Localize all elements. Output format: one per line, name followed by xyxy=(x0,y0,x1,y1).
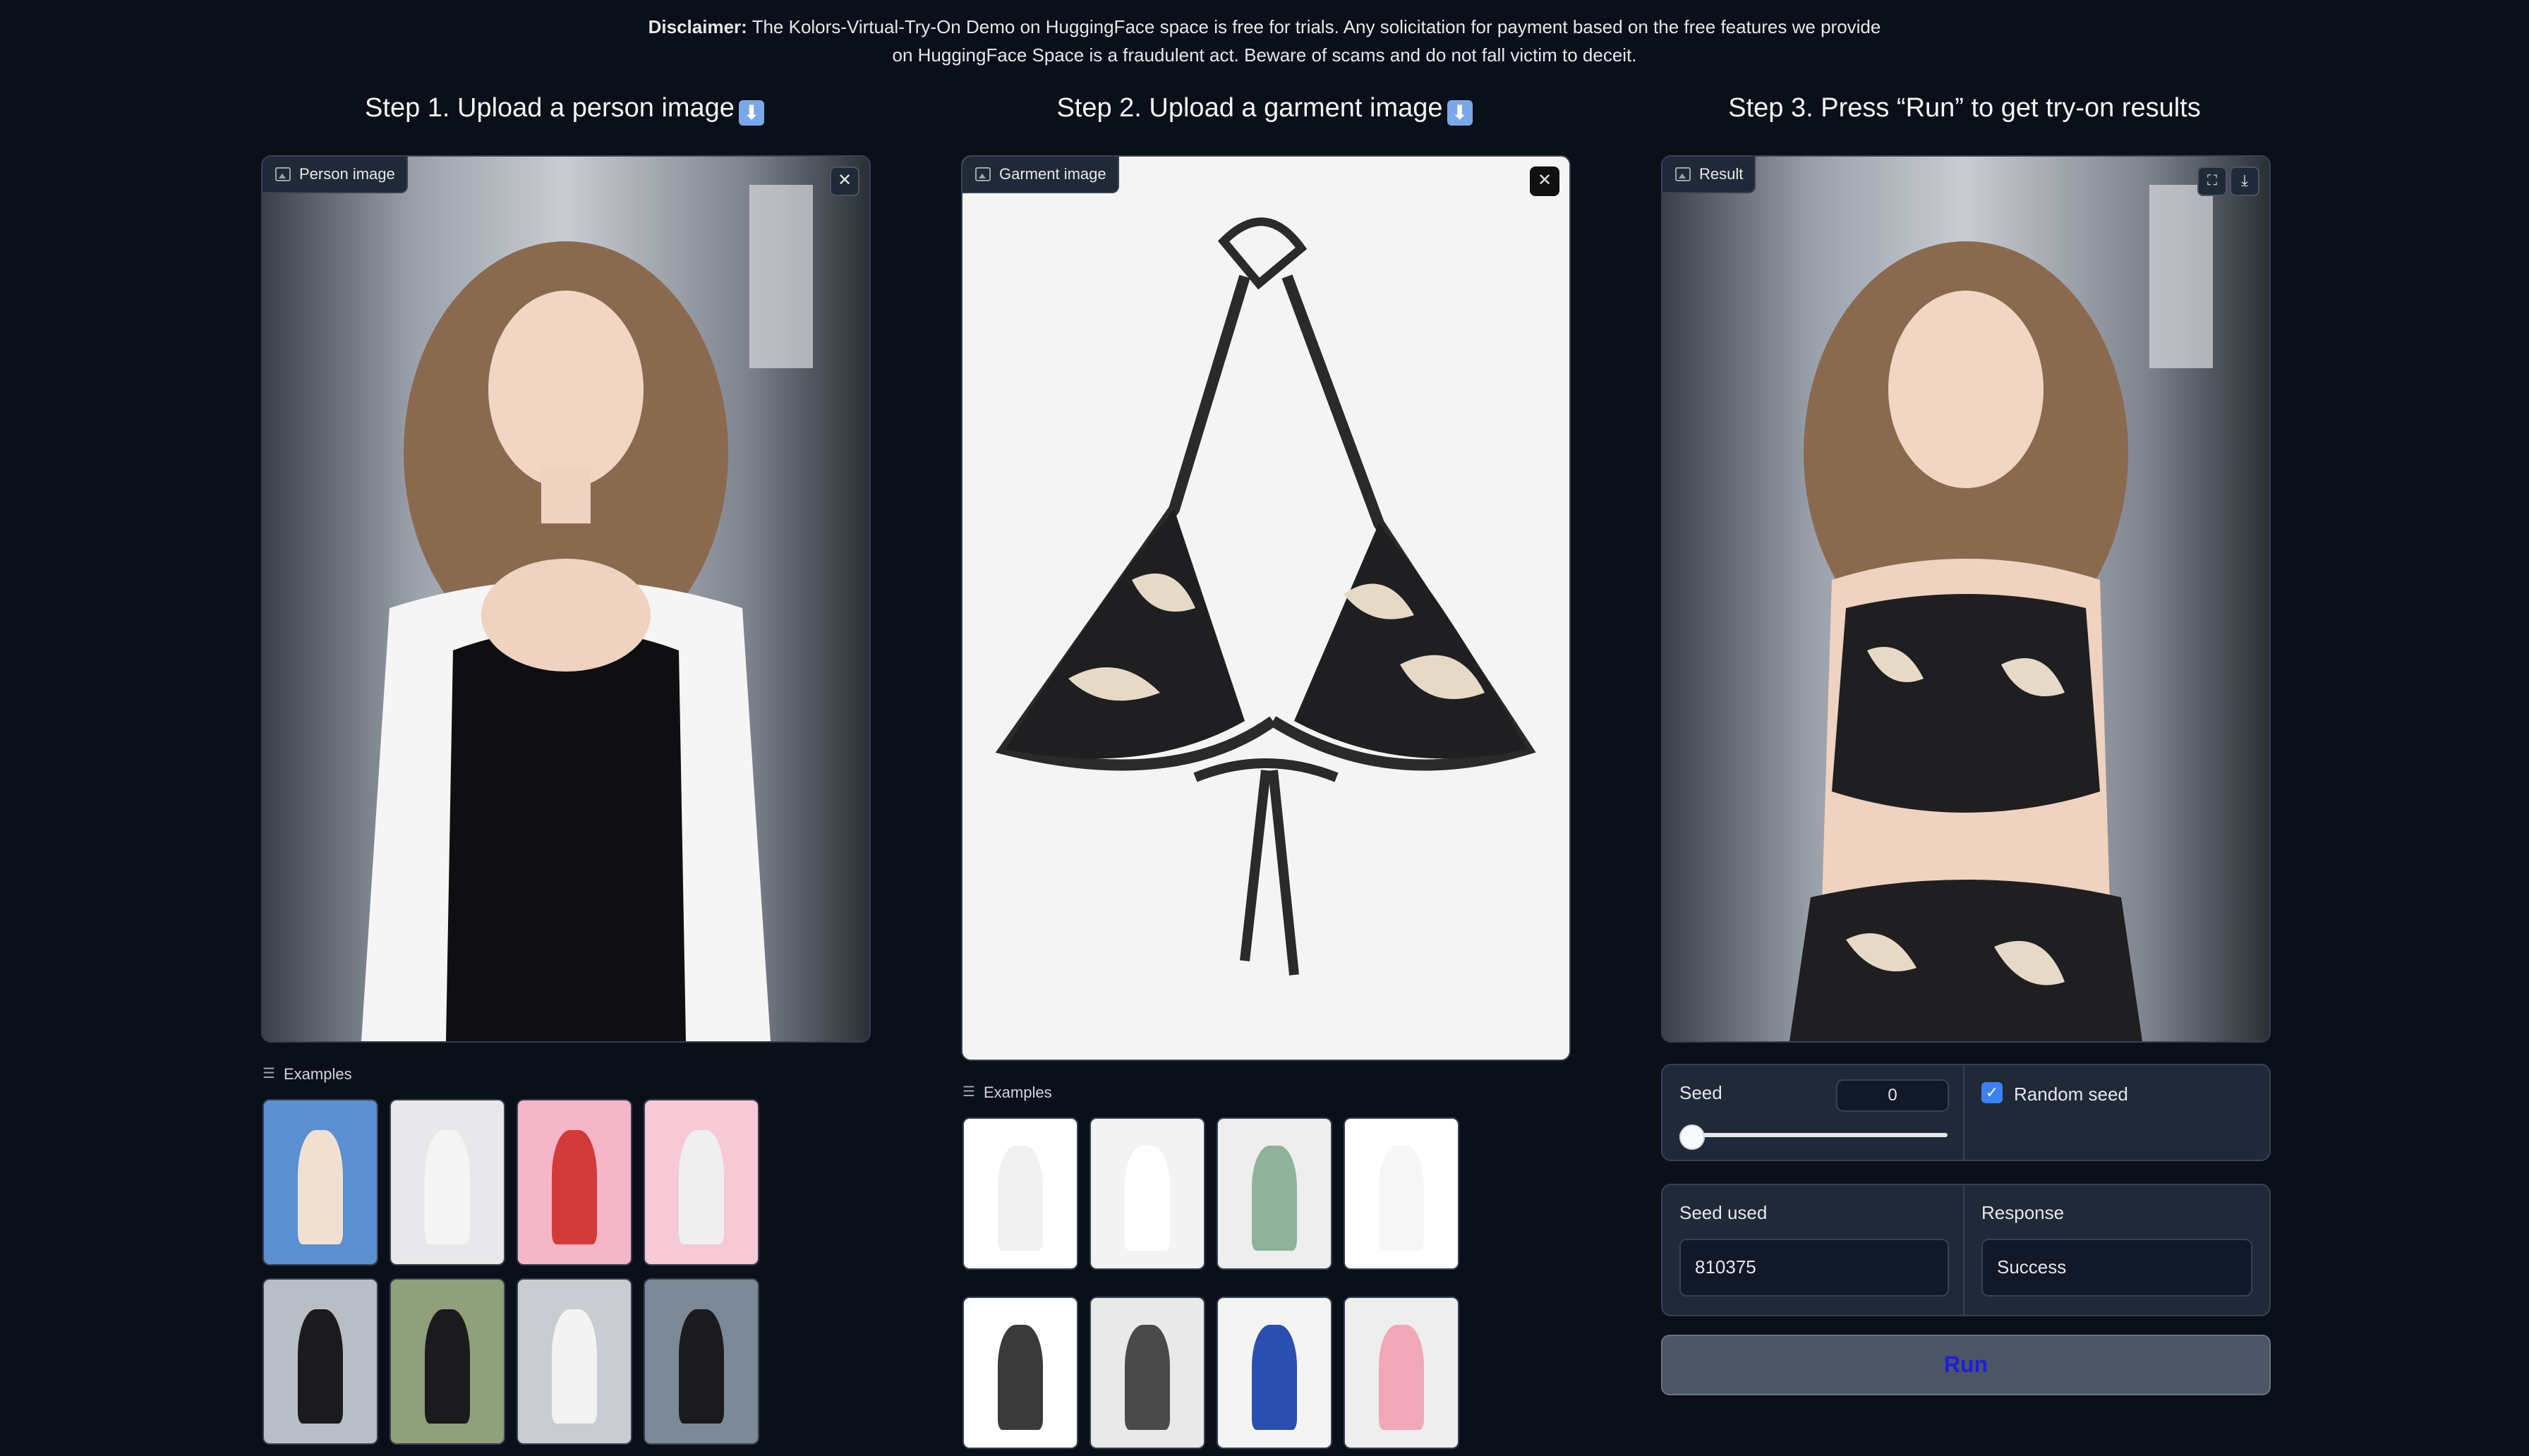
example-figure xyxy=(998,1146,1043,1251)
example-figure xyxy=(298,1129,343,1245)
step3-title: Step 3. Press “Run” to get try-on result… xyxy=(1661,93,2268,123)
step2-text: Step 2. Upload a garment image xyxy=(1056,93,1443,123)
disclaimer-bold: Disclaimer: xyxy=(648,16,747,37)
disclaimer: Disclaimer: The Kolors-Virtual-Try-On De… xyxy=(0,13,2529,69)
download-icon[interactable]: ⤓ xyxy=(2230,166,2259,196)
example-thumbnail[interactable] xyxy=(262,1099,378,1266)
example-thumbnail[interactable] xyxy=(1217,1117,1332,1270)
example-thumbnail[interactable] xyxy=(1090,1297,1205,1449)
person-photo xyxy=(262,157,869,1041)
example-thumbnail[interactable] xyxy=(1344,1297,1459,1449)
result-panel: Result ⛶ ⤓ xyxy=(1661,155,2271,1043)
example-thumbnail[interactable] xyxy=(262,1278,378,1445)
example-thumbnail[interactable] xyxy=(390,1099,505,1266)
example-thumbnail[interactable] xyxy=(517,1278,632,1445)
random-seed-label: Random seed xyxy=(2014,1084,2128,1105)
example-figure xyxy=(679,1129,724,1245)
example-thumbnail[interactable] xyxy=(962,1297,1078,1449)
step2-title: Step 2. Upload a garment image ⬇ xyxy=(961,93,1568,126)
step3-text: Step 3. Press “Run” to get try-on result… xyxy=(1728,93,2201,123)
person-image-panel[interactable]: Person image ✕ xyxy=(261,155,871,1043)
example-thumbnail[interactable] xyxy=(1344,1117,1459,1270)
seed-number-input[interactable]: 0 xyxy=(1836,1079,1949,1112)
example-thumbnail[interactable] xyxy=(390,1278,505,1445)
person-image-label: Person image xyxy=(262,157,408,193)
example-thumbnail[interactable] xyxy=(1090,1117,1205,1270)
example-thumbnail[interactable] xyxy=(1217,1297,1332,1449)
garment-image-label-text: Garment image xyxy=(999,165,1106,183)
example-figure xyxy=(298,1309,343,1424)
card-divider xyxy=(1963,1065,1964,1160)
response-field[interactable]: Success xyxy=(1981,1239,2252,1297)
down-arrow-icon: ⬇ xyxy=(1447,100,1473,126)
example-figure xyxy=(552,1309,597,1424)
example-figure xyxy=(425,1309,470,1424)
image-icon xyxy=(275,167,291,181)
example-figure xyxy=(1252,1146,1297,1251)
step1-title: Step 1. Upload a person image ⬇ xyxy=(261,93,868,126)
seed-slider-thumb[interactable] xyxy=(1679,1124,1705,1150)
clear-person-image-button[interactable]: ✕ xyxy=(830,166,859,196)
garment-photo xyxy=(962,157,1569,1060)
down-arrow-icon: ⬇ xyxy=(738,100,764,126)
person-image-label-text: Person image xyxy=(299,165,395,183)
example-thumbnail[interactable] xyxy=(644,1278,759,1445)
example-figure xyxy=(1379,1325,1424,1430)
example-figure xyxy=(552,1129,597,1245)
seed-settings-card: Seed 0 ✓ Random seed xyxy=(1661,1064,2271,1161)
image-icon xyxy=(975,167,991,181)
example-figure xyxy=(1379,1146,1424,1251)
clear-garment-image-button[interactable]: ✕ xyxy=(1530,166,1559,196)
example-figure xyxy=(1125,1325,1170,1430)
example-figure xyxy=(1125,1146,1170,1251)
example-figure xyxy=(998,1325,1043,1430)
example-thumbnail[interactable] xyxy=(517,1099,632,1266)
seed-label: Seed xyxy=(1679,1082,1722,1103)
example-thumbnail[interactable] xyxy=(962,1117,1078,1270)
disclaimer-line1: The Kolors-Virtual-Try-On Demo on Huggin… xyxy=(747,16,1881,37)
example-thumbnail[interactable] xyxy=(644,1099,759,1266)
example-figure xyxy=(679,1309,724,1424)
result-label-text: Result xyxy=(1699,165,1744,183)
random-seed-checkbox[interactable]: ✓ xyxy=(1981,1082,2003,1103)
image-icon xyxy=(1675,167,1691,181)
garment-examples-label: Examples xyxy=(962,1083,1052,1102)
garment-image-label: Garment image xyxy=(962,157,1119,193)
seed-used-label: Seed used xyxy=(1679,1202,1768,1223)
seed-used-field[interactable]: 810375 xyxy=(1679,1239,1949,1297)
result-label: Result xyxy=(1662,157,1756,193)
step1-text: Step 1. Upload a person image xyxy=(365,93,735,123)
run-button[interactable]: Run xyxy=(1661,1335,2271,1395)
example-figure xyxy=(1252,1325,1297,1430)
garment-image-panel[interactable]: Garment image ✕ xyxy=(961,155,1571,1061)
output-card: Seed used 810375 Response Success xyxy=(1661,1184,2271,1316)
example-figure xyxy=(425,1129,470,1245)
result-photo xyxy=(1662,157,2269,1041)
seed-slider-track[interactable] xyxy=(1679,1133,1948,1137)
fullscreen-icon[interactable]: ⛶ xyxy=(2197,166,2227,196)
card-divider xyxy=(1963,1185,1964,1315)
response-label: Response xyxy=(1981,1202,2065,1223)
disclaimer-line2: on HuggingFace Space is a fraudulent act… xyxy=(892,44,1637,66)
person-examples-label: Examples xyxy=(262,1064,352,1084)
